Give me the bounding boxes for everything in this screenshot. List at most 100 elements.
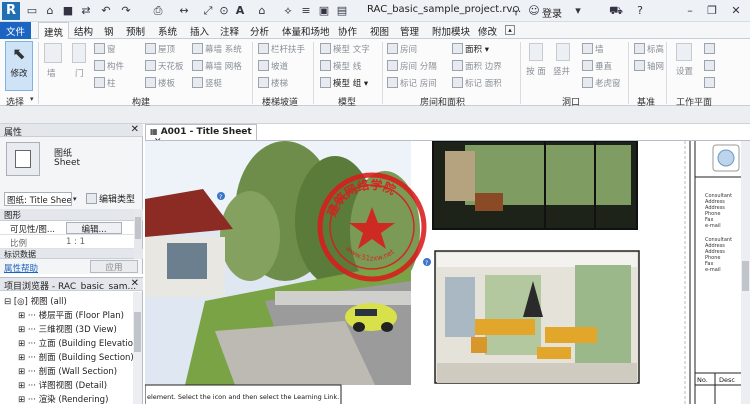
- cart-icon[interactable]: ⛟: [608, 3, 624, 19]
- ramp-button[interactable]: 坡道: [258, 60, 288, 72]
- tab-insert[interactable]: 插入: [190, 24, 209, 38]
- section-graphics[interactable]: 图形⇑: [0, 209, 143, 221]
- tab-file[interactable]: 文件: [0, 22, 32, 39]
- tab-modify[interactable]: 修改: [478, 24, 497, 38]
- tree-item-floor-plan[interactable]: ⊞ ··· 楼层平面 (Floor Plan): [18, 309, 124, 321]
- close-icon[interactable]: ✕: [131, 124, 139, 135]
- edit-type-button[interactable]: 编辑类型: [86, 192, 135, 205]
- stair-button[interactable]: 楼梯: [258, 77, 288, 89]
- window-button[interactable]: 窗: [94, 43, 116, 55]
- set-workplane-button[interactable]: 设置: [676, 65, 693, 77]
- close-icon[interactable]: ✕: [728, 3, 744, 19]
- tab-view[interactable]: 视图: [370, 24, 389, 38]
- save-icon[interactable]: ■: [60, 3, 76, 19]
- modify-button[interactable]: ⬉ 修改: [5, 41, 33, 91]
- print-icon[interactable]: ⎙: [150, 3, 166, 19]
- tab-collaborate[interactable]: 协作: [338, 24, 357, 38]
- tag-room-button[interactable]: 标记 房间: [387, 77, 437, 89]
- tab-annotate[interactable]: 注释: [220, 24, 239, 38]
- tag-icon[interactable]: ⊙: [216, 3, 232, 19]
- tab-precast[interactable]: 预制: [126, 24, 145, 38]
- tab-manage[interactable]: 管理: [400, 24, 419, 38]
- tree-item-views[interactable]: ⊟ [◎] 视图 (all): [4, 295, 67, 307]
- room-button[interactable]: 房间: [387, 43, 417, 55]
- tab-structure[interactable]: 结构: [74, 24, 93, 38]
- tree-item-building-section[interactable]: ⊞ ··· 剖面 (Building Section): [18, 351, 134, 363]
- close-icon[interactable]: ✕: [131, 278, 139, 289]
- type-selector[interactable]: 图纸: Title Shee: [4, 192, 72, 206]
- door-button[interactable]: 门: [75, 67, 84, 79]
- properties-help-link[interactable]: 属性帮助: [4, 262, 38, 274]
- help-icon[interactable]: ?: [632, 3, 648, 19]
- app-logo[interactable]: R: [2, 2, 20, 20]
- visibility-edit-button[interactable]: 编辑...: [66, 222, 122, 235]
- section-identity[interactable]: 标识数据: [0, 249, 143, 259]
- measure-icon[interactable]: ↔: [176, 3, 192, 19]
- grid-button[interactable]: 轴网: [634, 60, 664, 72]
- wall-opening-button[interactable]: 墙: [582, 43, 604, 55]
- ceiling-button[interactable]: 天花板: [145, 60, 184, 72]
- ribbon-toggle-icon[interactable]: ▴: [505, 25, 515, 35]
- tree-item-3d-view[interactable]: ⊞ ··· 三维视图 (3D View): [18, 323, 117, 335]
- tab-massing[interactable]: 体量和场地: [282, 24, 330, 38]
- curtain-system-button[interactable]: 幕墙 系统: [192, 43, 242, 55]
- by-face-button[interactable]: 按 面: [526, 65, 546, 77]
- wall-button[interactable]: 墙: [47, 67, 56, 79]
- tree-item-wall-section[interactable]: ⊞ ··· 剖面 (Wall Section): [18, 365, 117, 377]
- login-button[interactable]: 登录: [542, 5, 562, 20]
- model-group-button[interactable]: 模型 组 ▾: [320, 77, 368, 89]
- curtain-grid-button[interactable]: 幕墙 网格: [192, 60, 242, 72]
- minimize-icon[interactable]: –: [682, 3, 698, 19]
- sync-icon[interactable]: ⇄: [78, 3, 94, 19]
- column-button[interactable]: 柱: [94, 77, 116, 89]
- area-button[interactable]: 面积 ▾: [452, 43, 489, 55]
- canvas-scroll-thumb[interactable]: [742, 261, 749, 291]
- room-separator-button[interactable]: 房间 分隔: [387, 60, 437, 72]
- binoculars-icon[interactable]: ⚲: [508, 3, 524, 19]
- properties-scrollbar[interactable]: [134, 209, 142, 259]
- workplane-set-icon[interactable]: [676, 43, 692, 61]
- tag-area-button[interactable]: 标记 面积: [452, 77, 502, 89]
- shaft-icon[interactable]: [556, 43, 570, 61]
- apply-button[interactable]: 应用: [90, 260, 138, 273]
- component-button[interactable]: 构件: [94, 60, 124, 72]
- model-text-button[interactable]: 模型 文字: [320, 43, 370, 55]
- restore-icon[interactable]: ❐: [704, 3, 720, 19]
- by-face-icon[interactable]: [529, 43, 543, 61]
- viewer-icon[interactable]: [704, 77, 717, 89]
- text-icon[interactable]: A: [232, 3, 248, 19]
- tab-architecture[interactable]: 建筑: [38, 22, 70, 39]
- vertical-opening-button[interactable]: 垂直: [582, 60, 612, 72]
- wall-icon[interactable]: [44, 43, 62, 63]
- 3d-view-icon[interactable]: ⌂: [254, 3, 270, 19]
- area-boundary-button[interactable]: 面积 边界: [452, 60, 502, 72]
- user-icon[interactable]: ☺: [526, 3, 542, 19]
- show-workplane-icon[interactable]: [704, 43, 717, 55]
- tab-addins[interactable]: 附加模块: [432, 24, 470, 38]
- chevron-down-icon[interactable]: ▾: [73, 195, 77, 203]
- mullion-button[interactable]: 竖梃: [192, 77, 222, 89]
- tree-item-elevation[interactable]: ⊞ ··· 立面 (Building Elevation: [18, 337, 138, 349]
- tab-systems[interactable]: 系统: [158, 24, 177, 38]
- redo-icon[interactable]: ↷: [118, 3, 134, 19]
- ref-plane-icon[interactable]: [704, 60, 717, 72]
- thin-lines-icon[interactable]: ≡: [298, 3, 314, 19]
- view-tab[interactable]: ▦ A001 - Title Sheet ✕: [145, 124, 257, 147]
- tab-analyze[interactable]: 分析: [250, 24, 269, 38]
- door-icon[interactable]: [72, 43, 86, 63]
- open-icon[interactable]: ▭: [24, 3, 40, 19]
- open-folder-icon[interactable]: ⌂: [42, 3, 58, 19]
- drawing-canvas[interactable]: ect 建筑网络学院: [145, 140, 750, 404]
- chevron-down-icon[interactable]: ▾: [30, 95, 34, 103]
- railing-button[interactable]: 栏杆扶手: [258, 43, 305, 55]
- tree-item-rendering[interactable]: ⊞ ··· 渲染 (Rendering): [18, 393, 108, 405]
- close-hidden-icon[interactable]: ▣: [316, 3, 332, 19]
- info-icon[interactable]: ?: [423, 258, 431, 267]
- switch-windows-icon[interactable]: ▤: [334, 3, 350, 19]
- section-icon[interactable]: ⟡: [280, 3, 296, 19]
- dormer-button[interactable]: 老虎窗: [582, 77, 621, 89]
- level-button[interactable]: 标高: [634, 43, 664, 55]
- roof-button[interactable]: 屋顶: [145, 43, 175, 55]
- dropdown-icon[interactable]: ▾: [570, 3, 586, 19]
- floor-button[interactable]: 楼板: [145, 77, 175, 89]
